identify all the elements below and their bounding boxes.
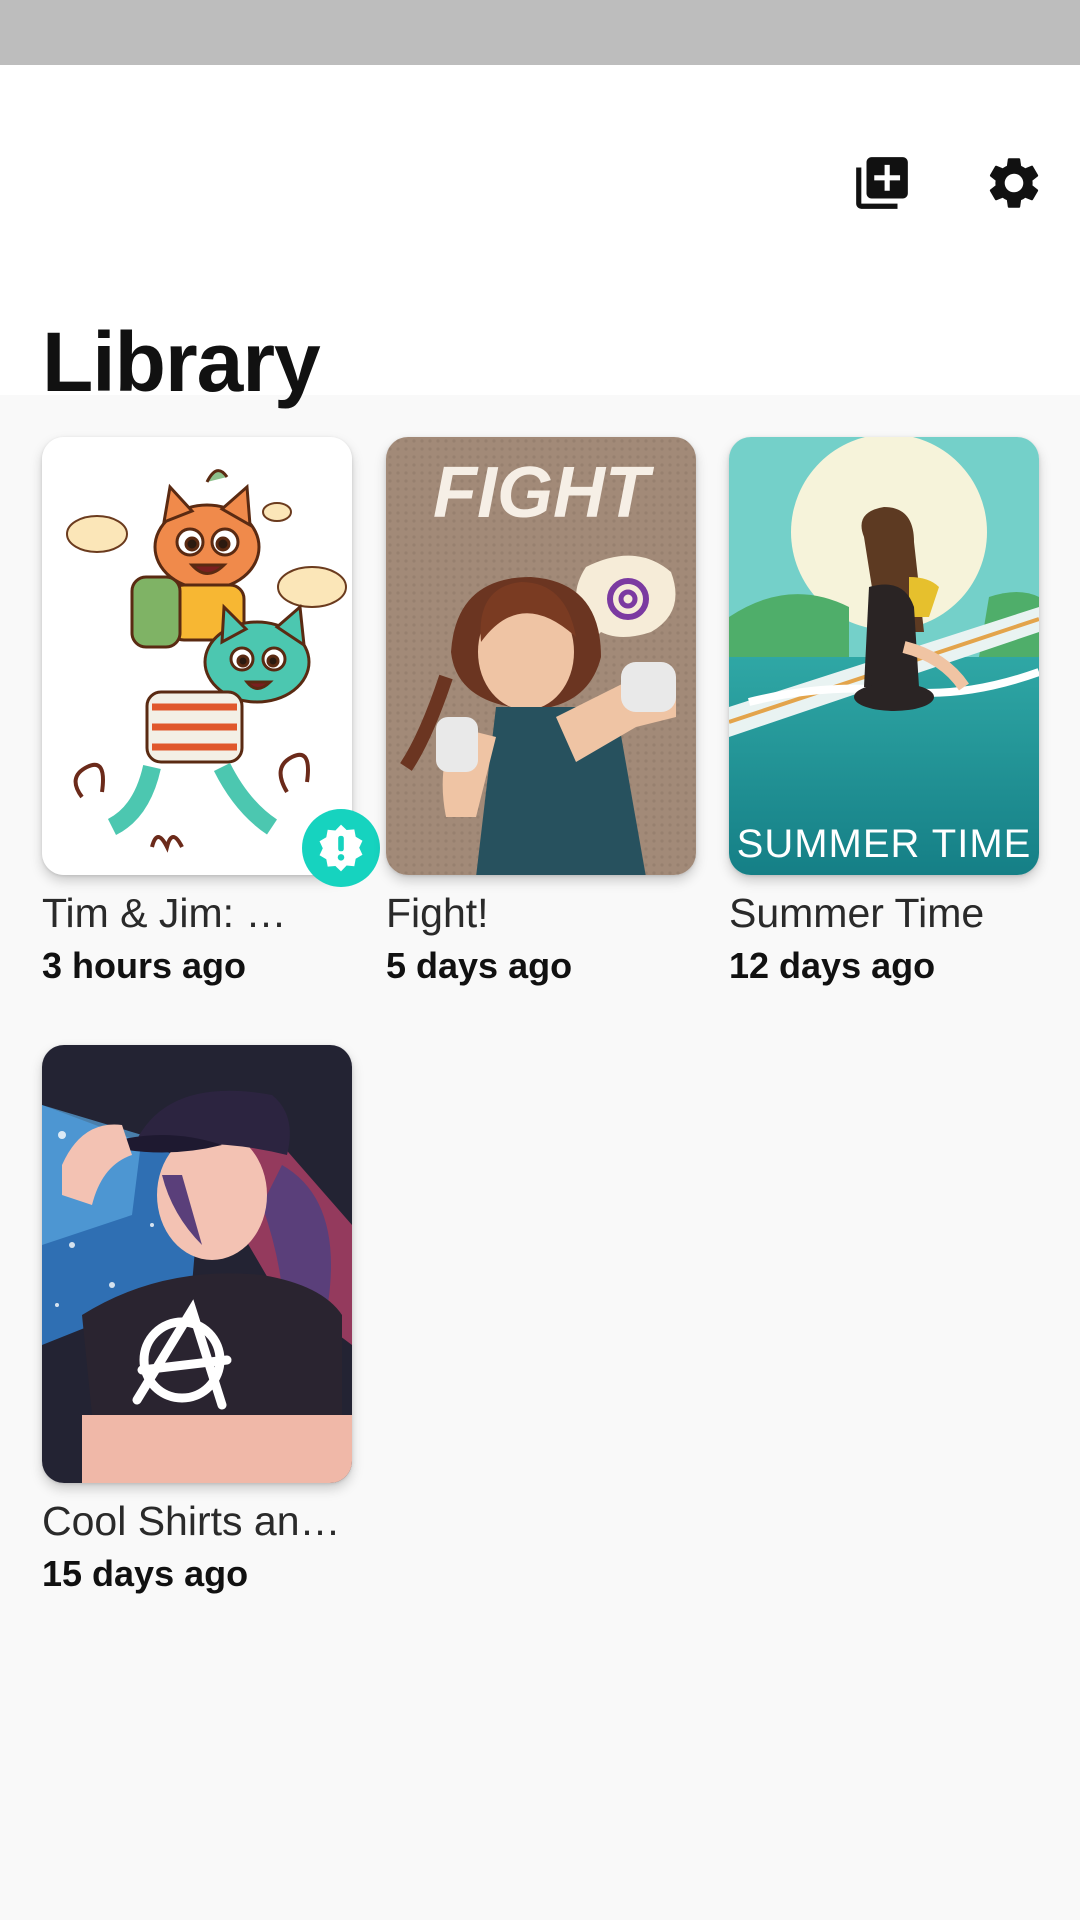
library-item-tim-and-jim[interactable]: Tim & Jim: … 3 hours ago: [42, 437, 352, 987]
app-bar: Library: [0, 65, 1080, 404]
library-grid: Tim & Jim: … 3 hours ago FIGHT Fight! 5 …: [0, 395, 1080, 1920]
item-modified-time: 3 hours ago: [42, 945, 247, 987]
item-title: Summer Time: [729, 890, 985, 936]
settings-button[interactable]: [966, 135, 1062, 231]
cover-image: [42, 1045, 352, 1483]
library-item-fight[interactable]: FIGHT Fight! 5 days ago: [386, 437, 696, 987]
cover-image: SUMMER TIME: [729, 437, 1039, 875]
add-project-button[interactable]: [834, 135, 930, 231]
cover-image: FIGHT: [386, 437, 696, 875]
item-title: Fight!: [386, 890, 489, 936]
item-modified-time: 15 days ago: [42, 1553, 249, 1595]
alert-badge[interactable]: [302, 809, 380, 887]
library-add-icon: [856, 157, 908, 209]
cover-title-text: FIGHT: [433, 453, 655, 533]
library-item-cool-shirts[interactable]: Cool Shirts an… 15 days ago: [42, 1045, 352, 1595]
item-title: Cool Shirts an…: [42, 1498, 341, 1544]
cover-title-text: SUMMER TIME: [737, 822, 1032, 866]
cover-image: [42, 437, 352, 875]
alert-icon: [319, 824, 363, 872]
library-item-summer-time[interactable]: SUMMER TIME Summer Time 12 days ago: [729, 437, 1039, 987]
gear-icon: [989, 158, 1039, 208]
page-title: Library: [42, 315, 321, 409]
item-modified-time: 5 days ago: [386, 945, 573, 987]
item-title: Tim & Jim: …: [42, 890, 287, 936]
item-modified-time: 12 days ago: [729, 945, 936, 987]
status-bar: [0, 0, 1080, 65]
